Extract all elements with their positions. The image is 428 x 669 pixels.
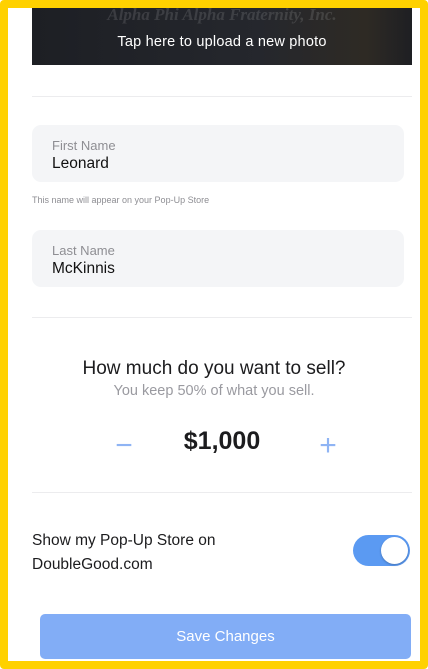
first-name-field[interactable]: First Name Leonard (32, 125, 404, 182)
upload-photo-link[interactable]: Tap here to upload a new photo (32, 34, 412, 50)
first-name-hint: This name will appear on your Pop-Up Sto… (32, 195, 210, 205)
divider (32, 492, 412, 493)
last-name-field[interactable]: Last Name McKinnis (32, 230, 404, 287)
increase-amount-button[interactable]: + (308, 426, 348, 466)
decrease-amount-button[interactable]: − (104, 426, 144, 466)
photo-watermark: Alpha Phi Alpha Fraternity, Inc. (107, 5, 337, 24)
save-changes-button[interactable]: Save Changes (40, 614, 411, 659)
sell-amount: $1,000 (183, 427, 261, 455)
last-name-value[interactable]: McKinnis (52, 260, 115, 278)
store-toggle-label: Show my Pop-Up Store on DoubleGood.com (32, 532, 216, 573)
store-visibility-toggle[interactable] (353, 535, 410, 566)
toggle-knob (381, 537, 408, 564)
divider (32, 96, 412, 97)
first-name-value[interactable]: Leonard (52, 155, 109, 173)
photo-banner[interactable]: Alpha Phi Alpha Fraternity, Inc. Tap her… (32, 8, 412, 65)
screen-frame: Alpha Phi Alpha Fraternity, Inc. Tap her… (0, 0, 428, 669)
last-name-label: Last Name (52, 243, 115, 258)
sell-title: How much do you want to sell? (82, 358, 346, 379)
sell-subtitle: You keep 50% of what you sell. (113, 383, 315, 399)
first-name-label: First Name (52, 138, 116, 153)
divider (32, 317, 412, 318)
